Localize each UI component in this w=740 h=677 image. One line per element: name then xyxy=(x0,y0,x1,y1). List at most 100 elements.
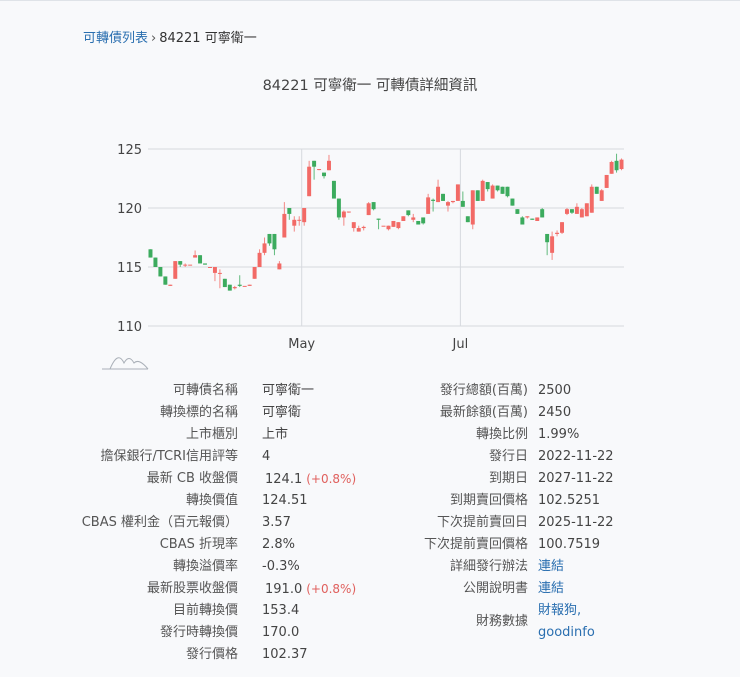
candle xyxy=(396,222,401,230)
y-tick-label: 110 xyxy=(117,320,142,335)
candle xyxy=(183,263,188,267)
candle xyxy=(406,210,411,217)
candle xyxy=(381,225,386,227)
candle xyxy=(351,222,356,232)
info-row: 到期日 2027-11-22 xyxy=(400,468,614,490)
info-label: 到期賣回價格 xyxy=(449,493,528,508)
candle xyxy=(564,208,569,216)
info-label: 轉換比例 xyxy=(475,427,528,442)
candle xyxy=(158,267,163,277)
candle xyxy=(207,267,212,268)
candle xyxy=(436,179,441,203)
candle xyxy=(401,216,406,221)
candle xyxy=(297,216,302,226)
info-value: -0.3% xyxy=(262,556,300,578)
info-row: 財務數據 財報狗, goodinfo xyxy=(400,600,614,644)
candle xyxy=(376,218,381,230)
info-value-text: 102.5251 xyxy=(538,493,601,508)
info-value-text: 2027-11-22 xyxy=(538,471,614,486)
candle xyxy=(168,284,173,286)
info-value: 191.0 (+0.8%) xyxy=(262,578,356,600)
candle xyxy=(302,208,307,226)
candle xyxy=(505,186,510,198)
info-value-text: 可寧衛一 xyxy=(262,383,315,398)
candle xyxy=(356,225,361,232)
info-row: 最新 CB 收盤價 124.1 (+0.8%) xyxy=(80,468,356,490)
info-row: 發行日 2022-11-22 xyxy=(400,446,614,468)
info-label: 可轉債名稱 xyxy=(172,383,238,398)
info-value: 連結 xyxy=(538,578,564,600)
link[interactable]: 連結 xyxy=(538,581,564,596)
breadcrumb-separator: › xyxy=(151,31,157,46)
candle xyxy=(212,267,217,282)
candle xyxy=(346,211,351,213)
info-value-text: 2025-11-22 xyxy=(538,515,614,530)
info-value: 2.8% xyxy=(262,534,295,556)
info-value: 170.0 xyxy=(262,622,299,644)
candle xyxy=(480,179,485,201)
info-value: 1.99% xyxy=(538,424,579,446)
info-value-text: 可寧衛 xyxy=(262,405,302,420)
candle xyxy=(272,233,277,256)
page-title: 84221 可寧衛一 可轉債詳細資訊 xyxy=(262,78,478,94)
info-value-text: 170.0 xyxy=(262,625,300,640)
financial-data-link[interactable]: 財報狗, xyxy=(538,600,595,622)
candle xyxy=(520,216,525,225)
candle xyxy=(445,200,450,212)
candle xyxy=(485,182,490,192)
candle xyxy=(604,174,609,188)
info-value-text: 2.8% xyxy=(262,537,296,552)
info-value: 可寧衛 xyxy=(262,402,301,424)
info-row: 發行時轉換價 170.0 xyxy=(80,622,356,644)
candle xyxy=(153,257,158,267)
candle xyxy=(450,200,455,204)
info-value-text: 153.4 xyxy=(262,603,300,618)
candlestick-chart: 110 115 120 125 May Jul xyxy=(102,143,624,370)
candle xyxy=(560,222,565,234)
price-change: (+0.8%) xyxy=(306,582,357,596)
info-row: 可轉債名稱 可寧衛一 xyxy=(80,380,356,402)
info-value: 2450 xyxy=(538,402,571,424)
candle xyxy=(262,237,267,256)
candle xyxy=(525,216,530,219)
y-tick-label: 120 xyxy=(117,202,142,217)
candle xyxy=(540,208,545,218)
info-value: 2022-11-22 xyxy=(538,446,614,468)
candle xyxy=(232,285,237,290)
candle xyxy=(361,225,366,231)
info-row: CBAS 權利金（百元報價） 3.57 xyxy=(80,512,356,534)
x-tick-label: May xyxy=(288,337,315,352)
candle xyxy=(336,198,341,220)
candle xyxy=(331,180,336,199)
candle xyxy=(277,261,282,270)
info-label: 下次提前賣回日 xyxy=(436,515,528,530)
info-label: 轉換標的名稱 xyxy=(159,405,238,420)
financial-data-link[interactable]: goodinfo xyxy=(538,622,595,644)
info-label: 目前轉換價 xyxy=(172,603,238,618)
chart-navigator-icon[interactable] xyxy=(102,357,149,370)
candle xyxy=(237,275,242,288)
candle xyxy=(203,263,208,265)
y-tick-label: 115 xyxy=(117,261,142,276)
info-value: 2500 xyxy=(538,380,571,402)
info-value: 3.57 xyxy=(262,512,291,534)
info-value: 可寧衛一 xyxy=(262,380,314,402)
y-tick-label: 125 xyxy=(117,143,142,158)
link[interactable]: 連結 xyxy=(538,559,564,574)
candle xyxy=(411,213,416,223)
candle xyxy=(510,198,515,206)
info-value: 4 xyxy=(262,446,270,468)
candle xyxy=(465,216,470,223)
candle xyxy=(500,186,505,194)
info-row: 目前轉換價 153.4 xyxy=(80,600,356,622)
candle xyxy=(163,276,168,285)
info-label: 發行總額(百萬) xyxy=(439,383,528,398)
candle xyxy=(421,217,426,225)
info-value-text: 3.57 xyxy=(262,515,291,530)
info-row: CBAS 折現率 2.8% xyxy=(80,534,356,556)
breadcrumb-cb-list-link[interactable]: 可轉債列表 xyxy=(83,31,148,46)
candle xyxy=(614,153,619,173)
info-label: 詳細發行辦法 xyxy=(449,559,528,574)
info-value-text: 2022-11-22 xyxy=(538,449,614,464)
info-value-text: 2450 xyxy=(538,405,572,420)
